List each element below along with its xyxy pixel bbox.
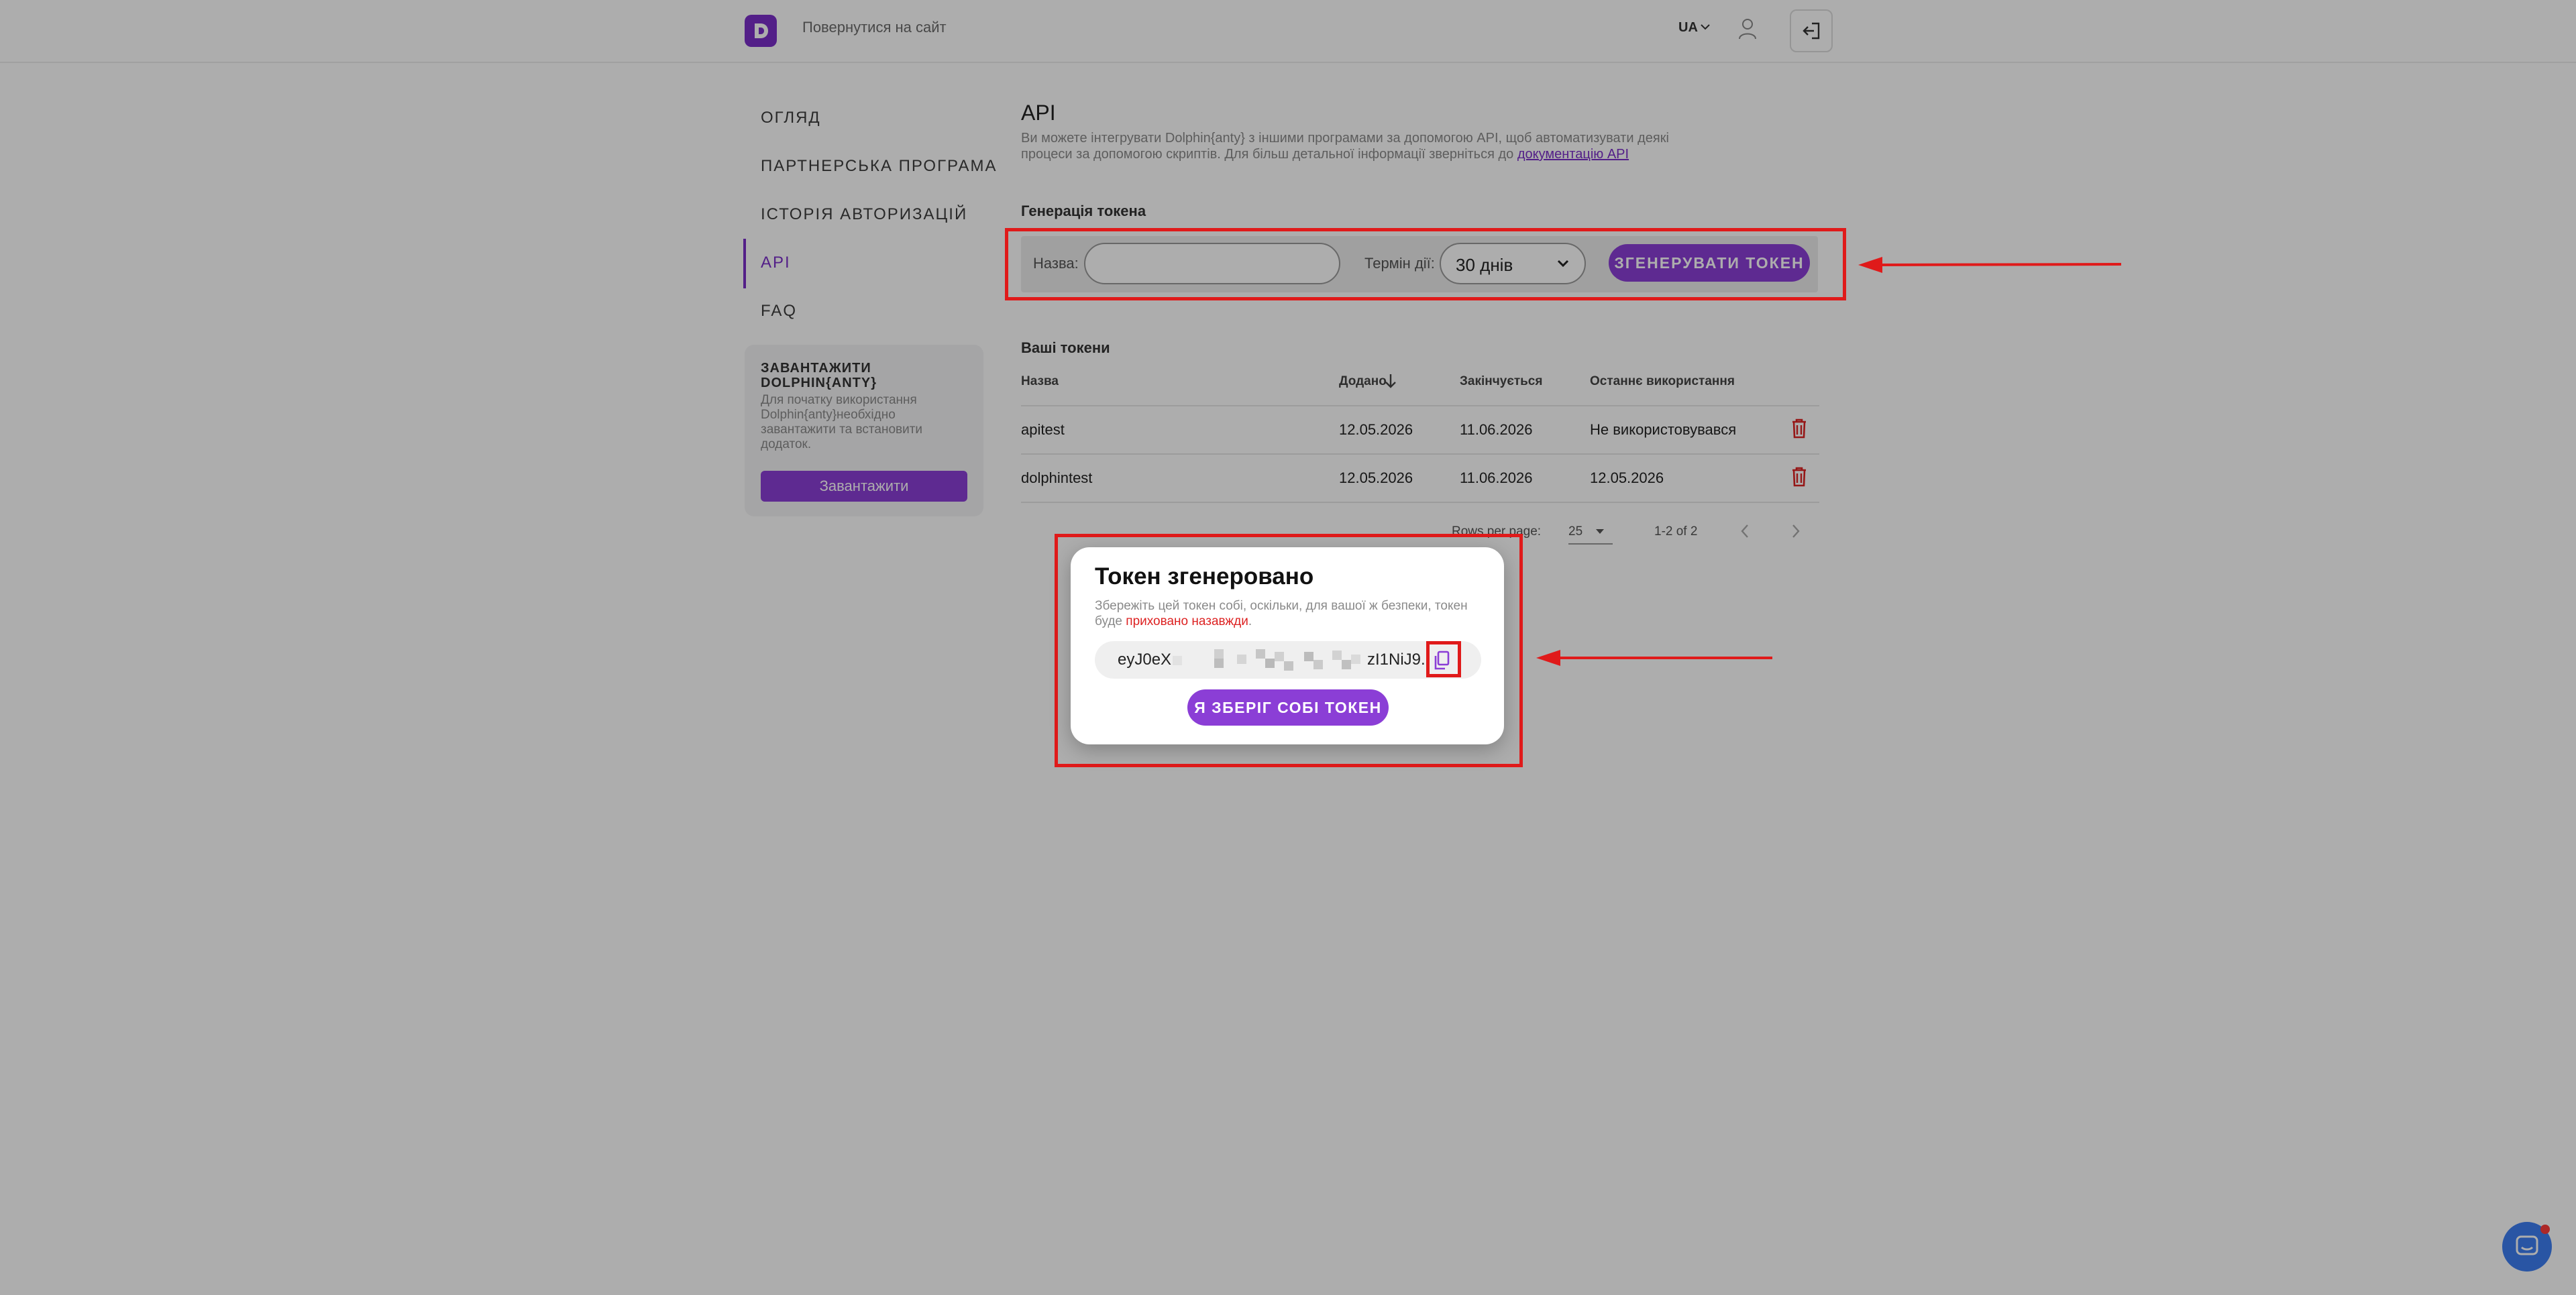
token-saved-button[interactable]: Я ЗБЕРІГ СОБІ ТОКЕН (1187, 689, 1389, 726)
dialog-description-end: . (1248, 614, 1252, 628)
dialog-description: Збережіть цей токен собі, оскільки, для … (1095, 598, 1477, 629)
dialog-warning-text: приховано назавжди (1126, 614, 1248, 628)
dialog-title: Токен згенеровано (1095, 563, 1314, 589)
copy-icon[interactable] (1433, 651, 1450, 671)
annotation-box-generation-form (1005, 228, 1846, 300)
token-value-end: zI1NiJ9. (1367, 651, 1426, 669)
annotation-arrow-icon (1536, 650, 1772, 666)
token-redacted-blur (1173, 645, 1360, 675)
annotation-arrow-icon (1858, 257, 2122, 273)
token-value-start: eyJ0eX (1118, 651, 1172, 669)
